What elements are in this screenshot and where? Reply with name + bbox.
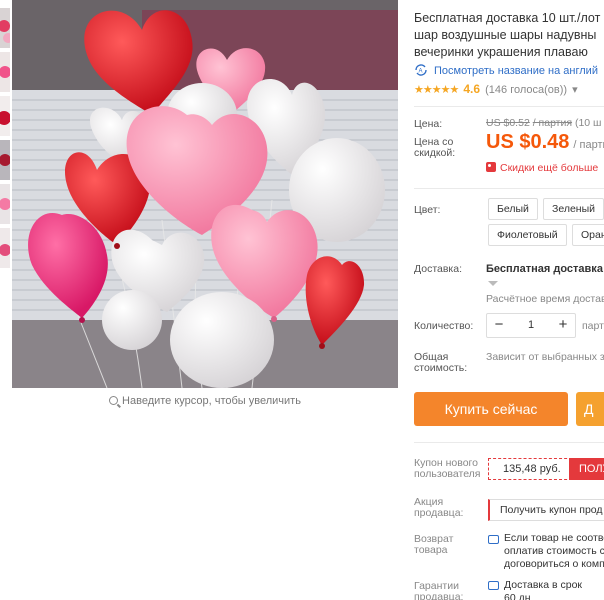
divider (414, 188, 604, 189)
translate-icon: A (414, 64, 428, 76)
rating-stars: ★★★★★ (414, 84, 459, 96)
translate-link-text: Посмотреть название на англий (434, 65, 598, 77)
thumbnail-strip (0, 0, 10, 600)
guarantee-label-line: продавца: (414, 591, 464, 600)
quantity-increase-button[interactable]: + (551, 314, 575, 337)
new-user-coupon-label: Купон нового пользователя (414, 458, 481, 480)
quantity-unit-note: парти (582, 320, 604, 332)
seller-promo-label: Акция продавца: (414, 497, 463, 519)
total-label: Общая стоимость: (414, 352, 467, 374)
price-old-value: US $0.52 (486, 117, 530, 129)
guarantee-text-line: Доставка в срок (504, 579, 583, 591)
guarantee-text-line: 60 дн (504, 592, 531, 600)
balloons-photo (12, 0, 398, 388)
thumbnail-2[interactable] (0, 52, 10, 92)
magnifier-icon (109, 396, 119, 405)
delivery-estimate: Расчётное время доставк (486, 293, 604, 305)
returns-text-line: договориться о комп (504, 558, 604, 570)
quantity-decrease-button[interactable]: − (487, 314, 511, 337)
divider (414, 106, 604, 107)
delivery-option[interactable]: Бесплатная доставка в (486, 263, 604, 275)
quantity-stepper: − 1 + (486, 313, 576, 338)
price-old-unit: / партия (532, 117, 573, 129)
discount-label-line: скидкой: (414, 147, 456, 159)
chevron-down-icon: ▾ (572, 84, 578, 96)
delivery-truck-icon (488, 581, 499, 590)
price-new-unit: / парти (573, 139, 604, 151)
product-title-line: вечеринки украшения плаваю (414, 45, 588, 59)
return-icon (488, 535, 499, 544)
rating-row[interactable]: ★★★★★ 4.6 (146 голоса(ов)) ▾ (414, 82, 578, 96)
color-option-green[interactable]: Зеленый (543, 198, 604, 220)
returns-text: Если товар не соотве оплатив стоимость с… (504, 532, 604, 571)
quantity-input[interactable]: 1 (511, 314, 551, 337)
thumbnail-1[interactable] (0, 8, 10, 48)
coupon-amount: 135,48 руб. (503, 463, 561, 475)
buy-now-button[interactable]: Купить сейчас (414, 392, 568, 426)
coupon-box: 135,48 руб. ПОЛУ (488, 458, 604, 480)
price-label: Цена: (414, 118, 443, 130)
thumbnail-6[interactable] (0, 228, 10, 268)
returns-label-line: товара (414, 544, 448, 556)
thumbnail-4[interactable] (0, 140, 10, 180)
color-label: Цвет: (414, 204, 441, 216)
color-option-purple[interactable]: Фиолетовый (488, 224, 567, 246)
product-main-image[interactable] (12, 0, 398, 388)
rating-votes: (146 голоса(ов)) (485, 84, 568, 96)
color-option-white[interactable]: Белый (488, 198, 538, 220)
delivery-label: Доставка: (414, 263, 463, 275)
get-coupon-button[interactable]: ПОЛУ (569, 458, 604, 480)
total-value: Зависит от выбранных з (486, 351, 604, 363)
guarantee-text: Доставка в срок 60 дн (504, 579, 582, 600)
divider (414, 442, 604, 443)
price-new: US $0.48/ парти (486, 131, 604, 154)
tag-icon (486, 162, 496, 172)
translate-title-link[interactable]: A Посмотреть название на англий (414, 64, 598, 77)
quantity-label: Количество: (414, 320, 474, 332)
returns-label: Возврат товара (414, 534, 453, 556)
thumbnail-5[interactable] (0, 184, 10, 224)
more-discounts-link[interactable]: Скидки ещё больше (486, 162, 598, 174)
color-option-orange[interactable]: Оран (572, 224, 604, 246)
add-to-cart-button[interactable]: Д (576, 392, 604, 426)
total-label-line: стоимость: (414, 362, 468, 374)
price-new-value: US $0.48 (486, 131, 570, 153)
returns-text-line: Если товар не соотве (504, 532, 604, 544)
product-info-panel: Бесплатная доставка 10 шт./лот шар возду… (404, 0, 604, 600)
product-title-line: Бесплатная доставка 10 шт./лот (414, 11, 601, 25)
zoom-hint: Наведите курсор, чтобы увеличить (12, 395, 398, 407)
seller-coupon-button[interactable]: Получить купон прод (488, 499, 604, 521)
discount-price-label: Цена со скидкой: (414, 137, 455, 159)
zoom-hint-text: Наведите курсор, чтобы увеличить (122, 395, 301, 407)
more-discounts-text: Скидки ещё больше (500, 162, 599, 174)
seller-promo-label-line: продавца: (414, 507, 464, 519)
returns-text-line: оплатив стоимость с (504, 545, 604, 557)
price-old: US $0.52 / партия (10 ш (486, 117, 602, 129)
price-old-extra: (10 ш (574, 117, 602, 129)
product-title: Бесплатная доставка 10 шт./лот шар возду… (414, 10, 604, 61)
coupon-label-line: пользователя (414, 468, 481, 480)
svg-text:A: A (419, 69, 423, 75)
guarantee-label: Гарантии продавца: (414, 581, 463, 600)
caret-down-icon[interactable] (488, 281, 498, 286)
rating-value: 4.6 (463, 82, 481, 96)
product-title-line: шар воздушные шары надувны (414, 28, 597, 42)
thumbnail-3[interactable] (0, 96, 10, 136)
